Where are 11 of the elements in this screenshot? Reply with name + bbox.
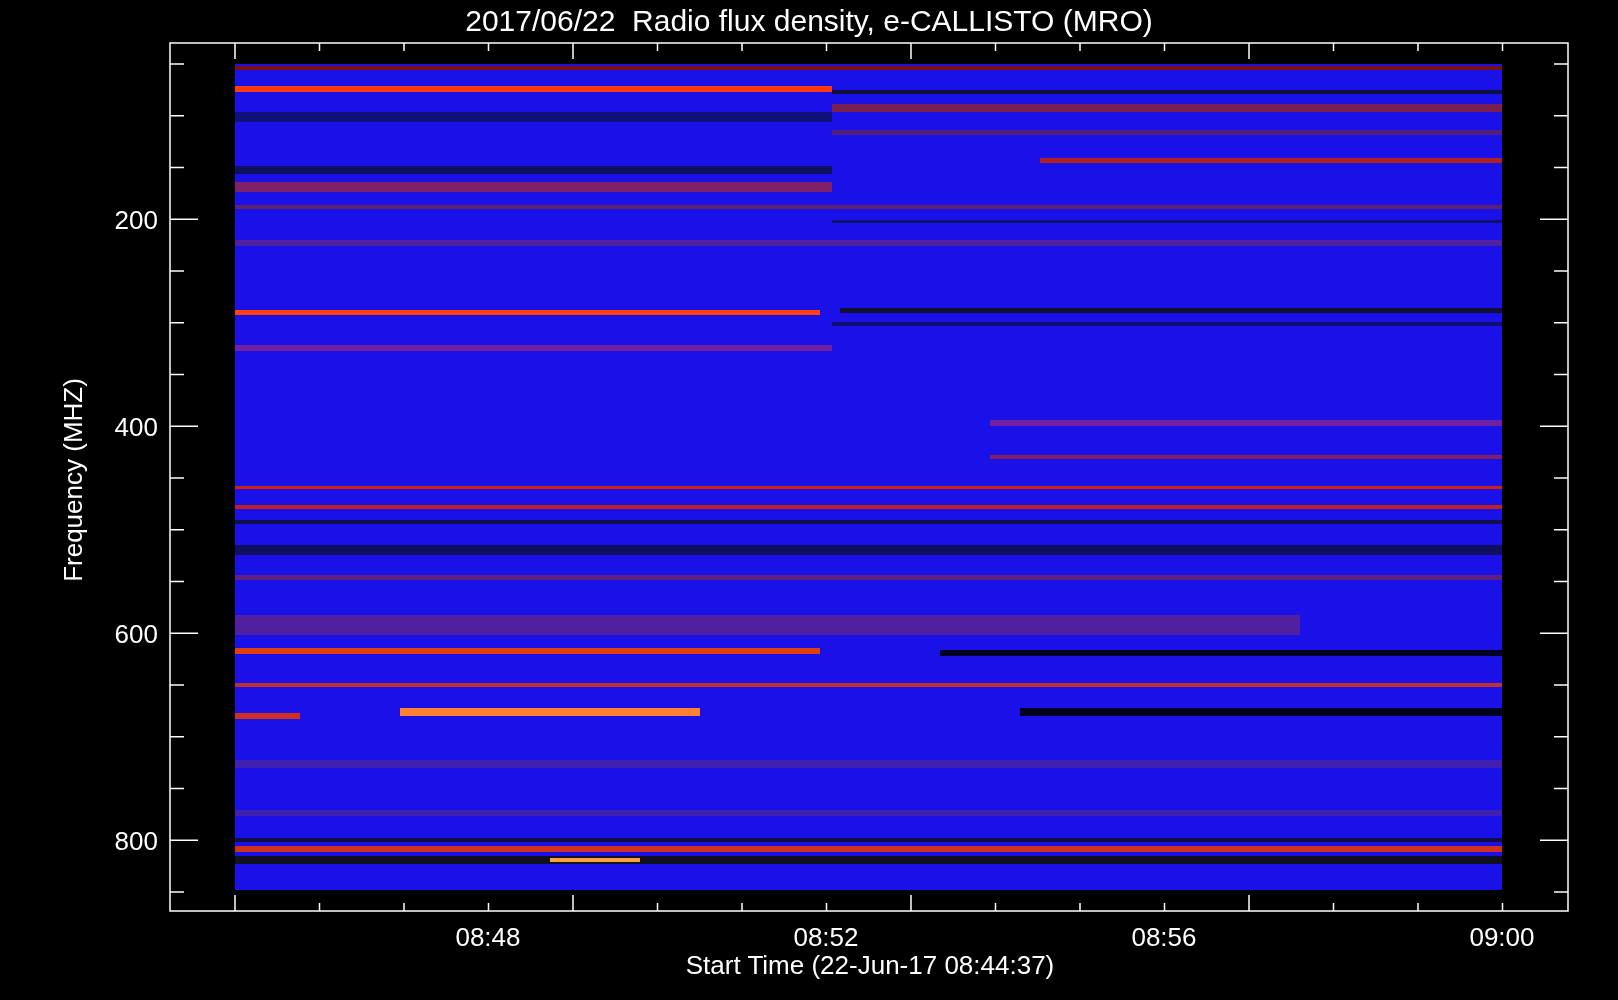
y-tick-label: 600 xyxy=(114,619,158,649)
x-tick-label: 08:56 xyxy=(1131,922,1197,952)
x-axis-title: Start Time (22-Jun-17 08:44:37) xyxy=(685,950,1055,980)
y-tick-label: 200 xyxy=(114,205,158,235)
y-tick-label: 400 xyxy=(114,412,158,442)
x-tick-label: 08:48 xyxy=(455,922,521,952)
chart-title: 2017/06/22 Radio flux density, e-CALLISTO (MRO) xyxy=(465,4,1153,37)
x-tick-label: 09:00 xyxy=(1469,922,1535,952)
y-tick-label: 800 xyxy=(114,826,158,856)
x-tick-label: 08:52 xyxy=(793,922,859,952)
y-axis-title: Frequency (MHZ) xyxy=(58,378,88,582)
